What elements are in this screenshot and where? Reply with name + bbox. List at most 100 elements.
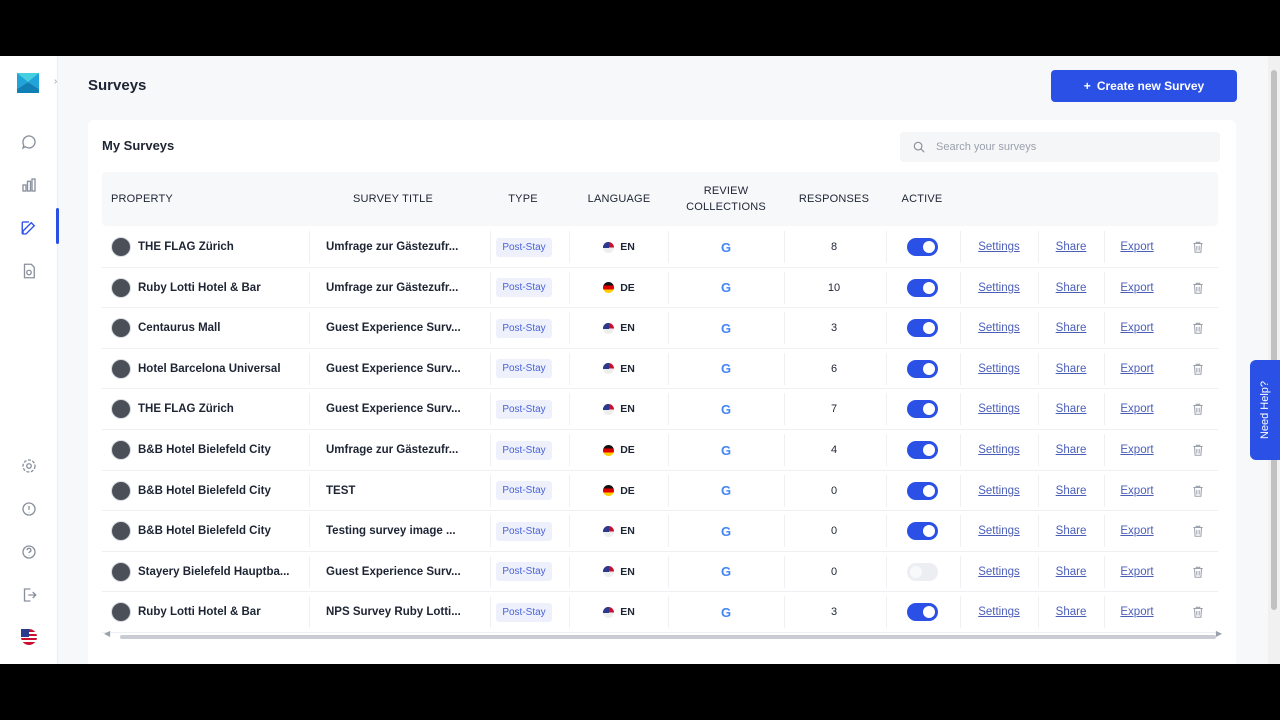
export-link[interactable]: Export xyxy=(1120,566,1153,578)
trash-icon[interactable] xyxy=(1191,443,1205,457)
trash-icon[interactable] xyxy=(1191,484,1205,498)
help-icon[interactable] xyxy=(18,541,40,563)
column-divider xyxy=(960,596,961,629)
horizontal-scrollbar[interactable]: ◀ ▶ xyxy=(104,629,1222,641)
table-row[interactable]: Centaurus Mall Guest Experience Surv... … xyxy=(102,308,1218,349)
column-header-language[interactable]: LANGUAGE xyxy=(569,172,669,226)
table-row[interactable]: Ruby Lotti Hotel & Bar Umfrage zur Gäste… xyxy=(102,268,1218,309)
share-link[interactable]: Share xyxy=(1056,485,1087,497)
settings-link[interactable]: Settings xyxy=(978,566,1020,578)
settings-link[interactable]: Settings xyxy=(978,525,1020,537)
app-logo[interactable] xyxy=(15,70,41,96)
settings-link[interactable]: Settings xyxy=(978,322,1020,334)
settings-link[interactable]: Settings xyxy=(978,363,1020,375)
export-link[interactable]: Export xyxy=(1120,444,1153,456)
column-header-survey-title[interactable]: SURVEY TITLE xyxy=(322,172,464,226)
trash-icon[interactable] xyxy=(1191,362,1205,376)
scroll-left-arrow-icon[interactable]: ◀ xyxy=(104,629,110,638)
trash-icon[interactable] xyxy=(1191,281,1205,295)
search-input[interactable] xyxy=(936,141,1196,153)
logout-icon[interactable] xyxy=(18,584,40,606)
export-link[interactable]: Export xyxy=(1120,485,1153,497)
vertical-scroll-thumb[interactable] xyxy=(1271,70,1277,610)
share-link[interactable]: Share xyxy=(1056,241,1087,253)
share-link[interactable]: Share xyxy=(1056,566,1087,578)
trash-icon[interactable] xyxy=(1191,524,1205,538)
app-viewport: › Surveys + Create new Survey My Surveys… xyxy=(0,56,1280,664)
column-header-responses[interactable]: RESPONSES xyxy=(784,172,884,226)
active-toggle[interactable] xyxy=(906,359,938,378)
share-link[interactable]: Share xyxy=(1056,444,1087,456)
share-link[interactable]: Share xyxy=(1056,606,1087,618)
active-toggle[interactable] xyxy=(906,238,938,256)
table-row[interactable]: B&B Hotel Bielefeld City TEST Post-Stay … xyxy=(102,471,1218,512)
share-link[interactable]: Share xyxy=(1056,363,1087,375)
share-link[interactable]: Share xyxy=(1056,282,1087,294)
active-toggle[interactable] xyxy=(906,400,938,419)
export-link[interactable]: Export xyxy=(1120,322,1153,334)
settings-link[interactable]: Settings xyxy=(978,403,1020,415)
settings-gear-icon[interactable] xyxy=(18,455,40,477)
expand-sidebar-icon[interactable]: › xyxy=(54,76,57,87)
active-cell xyxy=(894,552,950,592)
share-link[interactable]: Share xyxy=(1056,525,1087,537)
settings-link[interactable]: Settings xyxy=(978,485,1020,497)
table-row[interactable]: B&B Hotel Bielefeld City Testing survey … xyxy=(102,511,1218,552)
active-toggle[interactable] xyxy=(906,603,938,622)
share-link[interactable]: Share xyxy=(1056,403,1087,415)
trash-icon[interactable] xyxy=(1191,605,1205,619)
active-cell xyxy=(894,308,950,348)
settings-link[interactable]: Settings xyxy=(978,606,1020,618)
active-toggle[interactable] xyxy=(906,481,938,500)
trash-icon[interactable] xyxy=(1191,321,1205,335)
search-box[interactable] xyxy=(900,132,1220,162)
export-link[interactable]: Export xyxy=(1120,363,1153,375)
column-header-review-collections[interactable]: REVIEW COLLECTIONS xyxy=(678,172,774,226)
flag-us-icon xyxy=(603,241,615,253)
active-toggle[interactable] xyxy=(906,522,938,541)
active-toggle[interactable] xyxy=(906,278,938,297)
analytics-icon[interactable] xyxy=(18,174,40,196)
create-survey-button[interactable]: + Create new Survey xyxy=(1051,70,1237,102)
settings-link[interactable]: Settings xyxy=(978,241,1020,253)
table-row[interactable]: B&B Hotel Bielefeld City Umfrage zur Gäs… xyxy=(102,430,1218,471)
need-help-tab[interactable]: Need Help? xyxy=(1250,360,1280,460)
scroll-right-arrow-icon[interactable]: ▶ xyxy=(1216,629,1222,638)
language-code: EN xyxy=(620,241,635,253)
active-toggle[interactable] xyxy=(906,562,938,581)
share-link[interactable]: Share xyxy=(1056,322,1087,334)
table-row[interactable]: THE FLAG Zürich Guest Experience Surv...… xyxy=(102,389,1218,430)
column-divider xyxy=(668,555,669,588)
table-row[interactable]: Stayery Bielefeld Hauptba... Guest Exper… xyxy=(102,552,1218,593)
export-link[interactable]: Export xyxy=(1120,282,1153,294)
language-flag-us-icon[interactable] xyxy=(18,626,40,648)
review-collections-cell: G xyxy=(678,308,774,348)
settings-link[interactable]: Settings xyxy=(978,282,1020,294)
info-icon[interactable] xyxy=(18,498,40,520)
search-icon xyxy=(913,141,925,153)
export-link[interactable]: Export xyxy=(1120,525,1153,537)
property-cell: Centaurus Mall xyxy=(111,308,311,348)
surveys-edit-icon[interactable] xyxy=(18,217,40,239)
active-toggle[interactable] xyxy=(906,441,938,459)
inbox-icon[interactable] xyxy=(18,131,40,153)
column-divider xyxy=(886,312,887,345)
export-link[interactable]: Export xyxy=(1120,241,1153,253)
document-search-icon[interactable] xyxy=(18,260,40,282)
export-link[interactable]: Export xyxy=(1120,606,1153,618)
trash-icon[interactable] xyxy=(1191,240,1205,254)
table-row[interactable]: Hotel Barcelona Universal Guest Experien… xyxy=(102,349,1218,390)
settings-link[interactable]: Settings xyxy=(978,444,1020,456)
horizontal-scroll-thumb[interactable] xyxy=(120,635,1216,639)
table-row[interactable]: THE FLAG Zürich Umfrage zur Gästezufr...… xyxy=(102,227,1218,268)
responses-count: 7 xyxy=(830,403,838,416)
table-row[interactable]: Ruby Lotti Hotel & Bar NPS Survey Ruby L… xyxy=(102,592,1218,633)
column-header-property[interactable]: PROPERTY xyxy=(111,172,173,226)
trash-icon[interactable] xyxy=(1191,565,1205,579)
responses-cell: 7 xyxy=(784,389,884,429)
trash-icon[interactable] xyxy=(1191,402,1205,416)
export-link[interactable]: Export xyxy=(1120,403,1153,415)
column-header-type[interactable]: TYPE xyxy=(492,172,554,226)
active-toggle[interactable] xyxy=(906,319,938,338)
column-header-active[interactable]: ACTIVE xyxy=(894,172,950,226)
